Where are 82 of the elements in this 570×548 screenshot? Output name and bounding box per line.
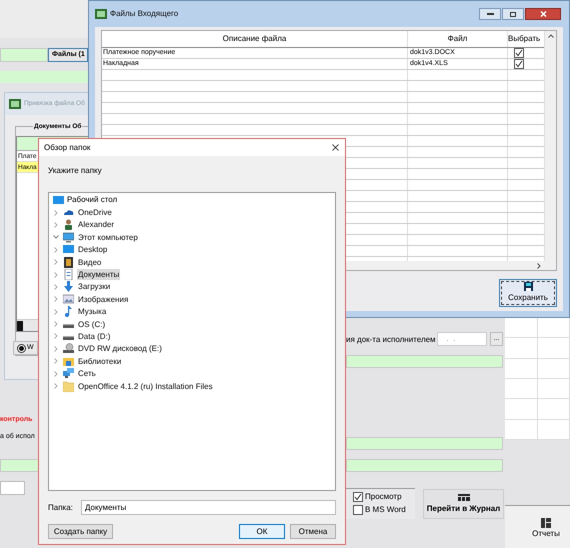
journal-button[interactable]: Перейти в Журнал <box>423 489 504 519</box>
tree-item[interactable]: Data (D:) <box>77 330 112 342</box>
tree-item[interactable]: Документы <box>77 269 120 280</box>
image-icon <box>63 294 74 305</box>
close-button[interactable] <box>525 8 561 20</box>
grid-icon <box>458 494 470 500</box>
checkbox[interactable] <box>353 492 363 502</box>
tree-item[interactable]: OS (C:) <box>77 318 106 330</box>
dialog-title: Обзор папок <box>44 142 90 154</box>
folder-icon <box>63 356 74 367</box>
desktop-icon <box>53 194 64 206</box>
checkbox[interactable] <box>514 59 524 69</box>
user-icon <box>63 219 74 230</box>
scroll-up-icon <box>548 34 554 38</box>
radio-button[interactable] <box>17 344 26 352</box>
expand-chevron-icon[interactable] <box>53 346 59 352</box>
expand-chevron-icon[interactable] <box>53 370 59 377</box>
save-button[interactable]: Сохранить <box>499 279 557 307</box>
cancel-button[interactable]: Отмена <box>290 524 336 539</box>
network-icon <box>63 368 74 380</box>
close-icon[interactable] <box>332 144 339 151</box>
report-icon <box>541 518 551 528</box>
disc-drive-icon <box>63 343 74 354</box>
tree-item[interactable]: OneDrive <box>77 207 113 218</box>
tree-item[interactable]: Сеть <box>77 368 97 380</box>
window-app-icon <box>95 9 107 19</box>
maximize-button[interactable] <box>502 8 524 20</box>
window-app-icon <box>9 99 21 109</box>
expand-chevron-icon[interactable] <box>53 296 59 302</box>
tree-item[interactable]: DVD RW дисковод (E:) <box>77 343 163 354</box>
date-label: ия док-та исполнителем <box>346 334 436 346</box>
expand-chevron-icon[interactable] <box>53 210 59 216</box>
column-header: Описание файла <box>102 31 408 47</box>
document-icon <box>63 269 74 280</box>
tree-item[interactable]: Рабочий стол <box>67 194 118 206</box>
close-icon <box>540 11 546 17</box>
window-title: Файлы Входящего <box>110 8 178 20</box>
music-note-icon <box>63 306 74 318</box>
expand-chevron-icon[interactable] <box>53 308 59 315</box>
checkbox[interactable] <box>353 505 363 515</box>
computer-icon <box>63 232 74 243</box>
column-header: Выбрать <box>508 33 542 45</box>
minimize-button[interactable] <box>479 8 501 20</box>
tree-item[interactable]: Библиотеки <box>77 356 122 367</box>
column-header: Файл <box>408 31 508 47</box>
scroll-left-button[interactable] <box>17 320 23 330</box>
folder-icon <box>63 380 74 392</box>
expand-chevron-icon[interactable] <box>53 246 59 253</box>
expand-chevron-icon[interactable] <box>53 321 59 328</box>
reports-tab[interactable]: Отчеты <box>528 518 564 546</box>
checkbox-label: В MS Word <box>365 504 406 516</box>
expand-chevron-icon[interactable] <box>53 284 59 290</box>
tree-item[interactable]: Этот компьютер <box>77 232 139 243</box>
folder-input[interactable]: Документы <box>81 500 336 515</box>
expand-chevron-icon[interactable] <box>53 383 59 390</box>
collapse-chevron-icon[interactable] <box>53 234 59 240</box>
form-field <box>0 459 40 472</box>
tree-item[interactable]: Видео <box>77 256 102 268</box>
form-field <box>0 48 48 62</box>
folder-label: Папка: <box>48 502 74 514</box>
text-field[interactable] <box>0 481 25 495</box>
expand-chevron-icon[interactable] <box>53 259 59 266</box>
expand-chevron-icon[interactable] <box>53 333 59 340</box>
download-arrow-icon <box>63 281 74 292</box>
expand-chevron-icon[interactable] <box>53 222 59 228</box>
dialog-prompt: Укажите папку <box>48 165 103 177</box>
tree-item[interactable]: Изображения <box>77 294 130 305</box>
tree-item[interactable]: Desktop <box>77 244 108 256</box>
scroll-right-icon <box>537 262 541 268</box>
new-folder-button[interactable]: Создать папку <box>48 524 113 539</box>
tree-item[interactable]: Загрузки <box>77 281 112 292</box>
tree-item[interactable]: OpenOffice 4.1.2 (ru) Installation Files <box>77 380 214 392</box>
film-icon <box>63 256 74 268</box>
tree-item[interactable]: Музыка <box>77 306 108 318</box>
expand-chevron-icon[interactable] <box>53 358 59 364</box>
expand-chevron-icon[interactable] <box>53 272 59 278</box>
tree-item[interactable]: Alexander <box>77 219 116 230</box>
vertical-scrollbar[interactable] <box>544 31 556 270</box>
checkbox[interactable] <box>514 48 524 58</box>
ok-button[interactable]: ОК <box>239 524 285 539</box>
desktop-icon <box>63 244 74 256</box>
checkbox-label: Просмотр <box>365 491 402 503</box>
